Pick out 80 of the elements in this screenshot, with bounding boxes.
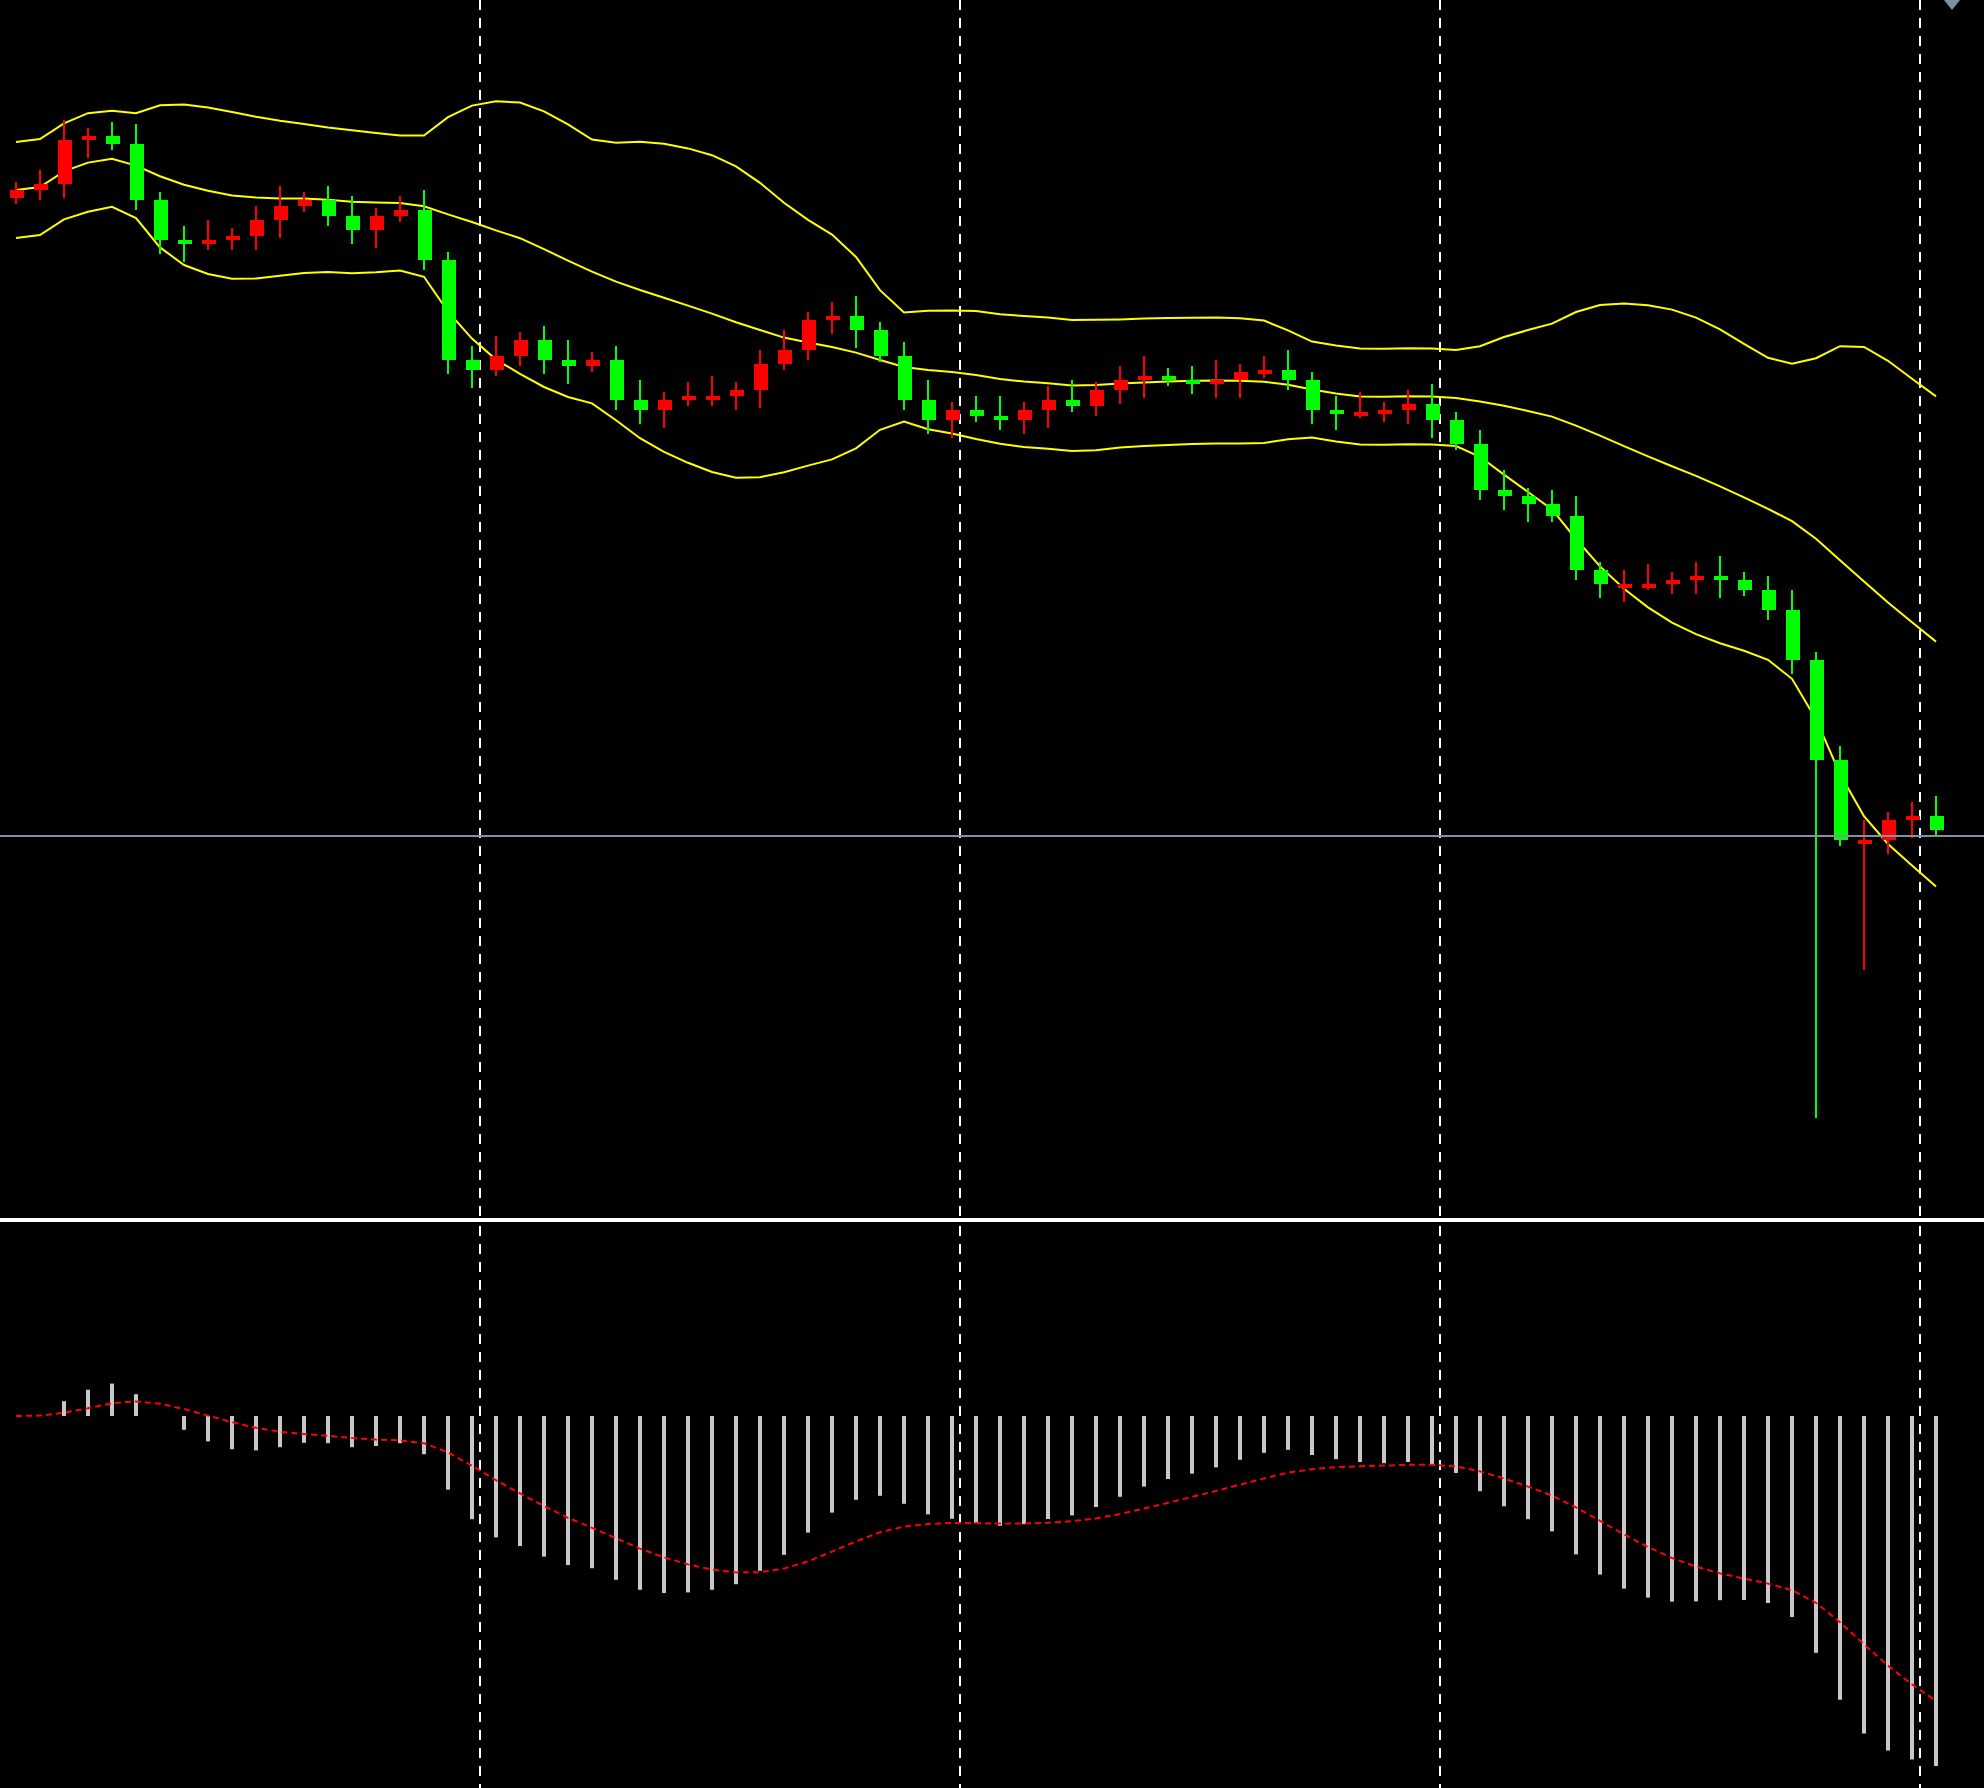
candle [802, 311, 816, 361]
candle [778, 329, 792, 371]
candle [418, 189, 432, 271]
candle [514, 331, 528, 367]
candle [874, 321, 888, 363]
candle [106, 121, 120, 151]
candle [586, 351, 600, 373]
candle [250, 205, 264, 251]
candle [754, 349, 768, 409]
shift-marker-icon[interactable] [1944, 0, 1960, 10]
candle [1090, 381, 1104, 417]
candle [1474, 429, 1488, 501]
candle [970, 395, 984, 423]
candle [658, 391, 672, 429]
candle [706, 375, 720, 407]
candle [850, 295, 864, 349]
candle [1330, 395, 1344, 431]
candle [202, 219, 216, 251]
candle [346, 195, 360, 245]
candle [274, 185, 288, 239]
candle [298, 191, 312, 213]
candle [370, 207, 384, 249]
candle [466, 345, 480, 389]
candle [1234, 363, 1248, 399]
candle [994, 395, 1008, 431]
candle [1570, 495, 1584, 581]
candle [1786, 589, 1800, 675]
candle [898, 341, 912, 411]
candle [1258, 355, 1272, 379]
candle [1066, 379, 1080, 413]
candle [34, 169, 48, 201]
candle [1762, 575, 1776, 621]
candle [1690, 561, 1704, 595]
candle [1378, 401, 1392, 423]
candle [1546, 489, 1560, 523]
candle [922, 379, 936, 435]
candle [322, 185, 336, 227]
candle [1426, 383, 1440, 439]
candle [1834, 745, 1848, 847]
candle [730, 381, 744, 411]
candle [154, 191, 168, 255]
candle [1930, 795, 1944, 837]
candle [634, 379, 648, 425]
candle [1882, 811, 1896, 855]
candle [562, 339, 576, 385]
candle [82, 127, 96, 159]
candle [1354, 391, 1368, 419]
candle [1450, 411, 1464, 451]
candle [1906, 801, 1920, 839]
candle [1498, 469, 1512, 511]
candle [1210, 359, 1224, 399]
candle [10, 181, 24, 205]
candle [538, 325, 552, 375]
candle [1522, 487, 1536, 523]
candle [1642, 563, 1656, 591]
candle [826, 301, 840, 335]
candle [130, 123, 144, 211]
candle [394, 195, 408, 223]
candle [1162, 367, 1176, 387]
candle [1666, 571, 1680, 595]
candle [1282, 349, 1296, 391]
candle [1018, 401, 1032, 435]
candle [490, 335, 504, 377]
candle [1402, 389, 1416, 425]
candle [946, 401, 960, 439]
candle [1594, 561, 1608, 599]
candle [1306, 371, 1320, 425]
candle [58, 119, 72, 199]
candle [1714, 555, 1728, 599]
candle [1618, 569, 1632, 603]
candle [1138, 355, 1152, 399]
candle [178, 225, 192, 263]
candle [1114, 365, 1128, 405]
candle [226, 227, 240, 251]
candle [682, 381, 696, 407]
candle [1186, 365, 1200, 395]
candle [1042, 385, 1056, 429]
candle [442, 251, 456, 375]
candle [1738, 571, 1752, 597]
candle [610, 345, 624, 411]
